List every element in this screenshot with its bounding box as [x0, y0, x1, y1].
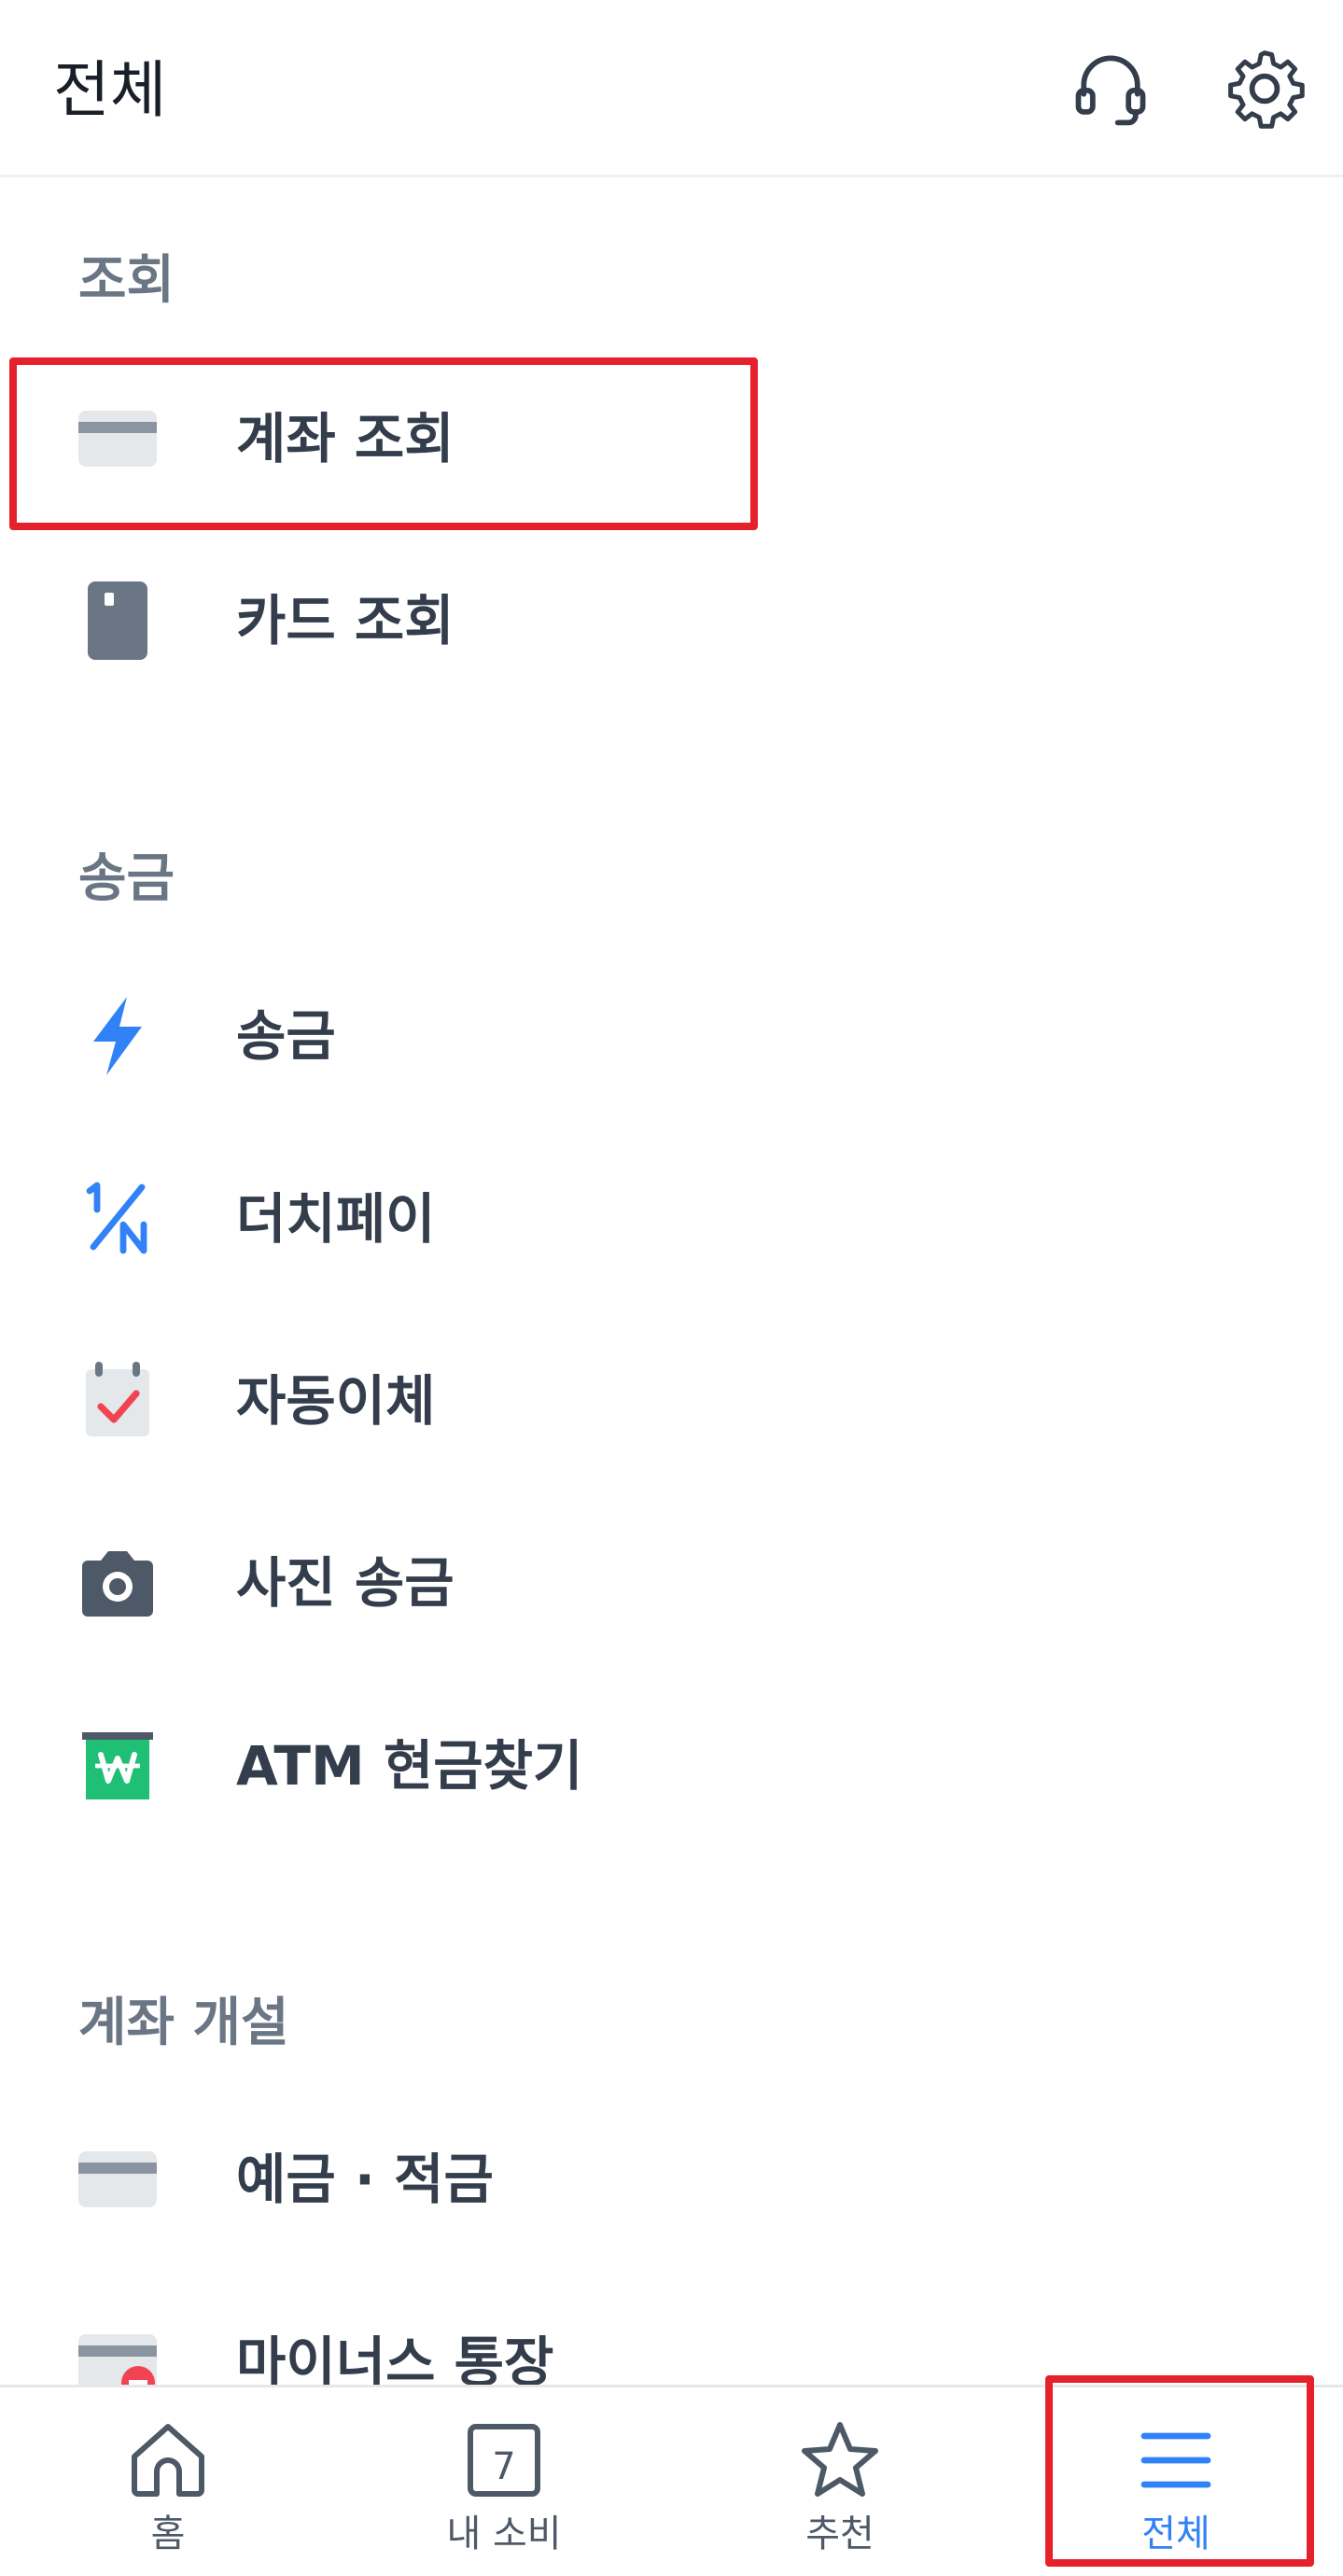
- menu-item-label: 예금 · 적금: [236, 2148, 494, 2211]
- menu-item-label: 더치페이: [236, 1187, 436, 1251]
- account-card-icon: [78, 397, 157, 481]
- customer-support-button[interactable]: [1064, 42, 1157, 135]
- headset-icon: [1075, 55, 1146, 126]
- menu-item-card-inquiry[interactable]: 카드 조회: [0, 541, 1343, 700]
- menu-item-transfer[interactable]: 송금: [0, 957, 1343, 1115]
- gear-icon: [1228, 50, 1305, 129]
- menu-item-auto-transfer[interactable]: 자동이체: [0, 1322, 1343, 1480]
- menu-icon: [1131, 2415, 1221, 2505]
- menu-item-minus-account[interactable]: 마이너스 통장: [0, 2283, 1343, 2385]
- savings-card-icon: [78, 2137, 157, 2221]
- star-icon: [795, 2415, 885, 2505]
- menu-item-photo-transfer[interactable]: 사진 송금: [0, 1504, 1343, 1662]
- page-title: 전체: [53, 54, 167, 126]
- menu-item-deposit-savings[interactable]: 예금 · 적금: [0, 2100, 1343, 2259]
- atm-won-icon: [78, 1724, 157, 1808]
- tab-recommend[interactable]: 추천: [672, 2387, 1008, 2576]
- one-over-n-icon: [78, 1177, 157, 1261]
- section-title-transfer: 송금: [78, 848, 175, 909]
- tab-home[interactable]: 홈: [0, 2387, 336, 2576]
- menu-item-atm-cash[interactable]: ATM 현금찾기: [0, 1687, 1343, 1845]
- menu-item-label: 계좌 조회: [236, 407, 455, 470]
- menu-item-label: 자동이체: [236, 1369, 436, 1433]
- calendar-check-icon: [78, 1359, 157, 1443]
- menu-item-label: 사진 송금: [236, 1551, 455, 1615]
- menu-item-label: 마이너스 통장: [236, 2331, 554, 2385]
- tab-my-spending[interactable]: 7 내 소비: [336, 2387, 672, 2576]
- card-icon: [78, 579, 157, 663]
- tab-label: 홈: [150, 2513, 186, 2555]
- section-title-inquiry: 조회: [78, 250, 175, 311]
- home-icon: [123, 2415, 213, 2505]
- tab-all[interactable]: 전체: [1008, 2387, 1343, 2576]
- menu-item-label: 카드 조회: [236, 589, 455, 652]
- menu-item-account-inquiry[interactable]: 계좌 조회: [0, 359, 1343, 518]
- tab-label: 내 소비: [446, 2513, 562, 2555]
- tab-label: 추천: [805, 2513, 874, 2555]
- minus-account-icon: [78, 2320, 157, 2385]
- menu-item-dutch-pay[interactable]: 더치페이: [0, 1140, 1343, 1298]
- top-header: 전체: [0, 0, 1343, 177]
- tab-label: 전체: [1141, 2513, 1210, 2555]
- menu-item-label: 송금: [236, 1004, 336, 1068]
- lightning-icon: [78, 994, 157, 1078]
- section-title-open-account: 계좌 개설: [78, 1993, 289, 2053]
- menu-item-label: ATM 현금찾기: [236, 1734, 583, 1798]
- calendar-7-icon: 7: [459, 2415, 549, 2505]
- camera-icon: [78, 1541, 157, 1625]
- settings-button[interactable]: [1218, 42, 1311, 135]
- svg-text:7: 7: [492, 2445, 515, 2488]
- bottom-tab-bar: 홈 7 내 소비 추천 전체: [0, 2385, 1343, 2576]
